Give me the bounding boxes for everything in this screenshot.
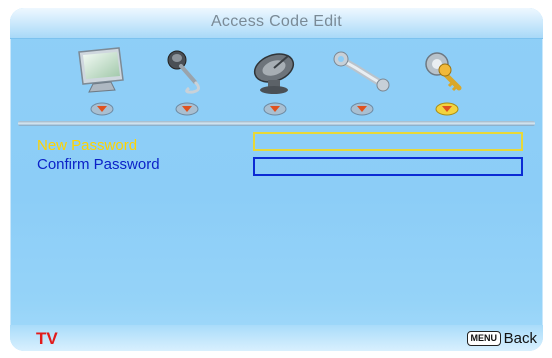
input-source-label: TV [36, 329, 58, 348]
osd-window: Access Code Edit New Password Confirm Pa… [10, 8, 543, 351]
title-bar: Access Code Edit [10, 8, 543, 39]
new-password-field[interactable] [253, 132, 523, 151]
satellite-dish-icon[interactable] [244, 46, 304, 96]
key-lock-icon[interactable] [417, 46, 477, 96]
microphone-icon[interactable] [155, 46, 215, 96]
confirm-password-field[interactable] [253, 157, 523, 176]
wrench-icon[interactable] [332, 46, 392, 96]
tab-marker-audio[interactable] [175, 102, 199, 116]
tab-marker-lock-selected[interactable] [435, 102, 459, 116]
tab-marker-channel[interactable] [263, 102, 287, 116]
footer-bar: TV MENU Back [10, 325, 543, 351]
page-title: Access Code Edit [210, 13, 343, 30]
new-password-label: New Password [37, 137, 138, 154]
tab-marker-picture[interactable] [90, 102, 114, 116]
tab-marker-setup[interactable] [350, 102, 374, 116]
confirm-password-label: Confirm Password [37, 156, 160, 173]
back-button[interactable]: Back [504, 330, 537, 347]
monitor-icon[interactable] [73, 46, 133, 96]
divider [18, 121, 535, 126]
menu-key-icon[interactable]: MENU [466, 331, 501, 346]
